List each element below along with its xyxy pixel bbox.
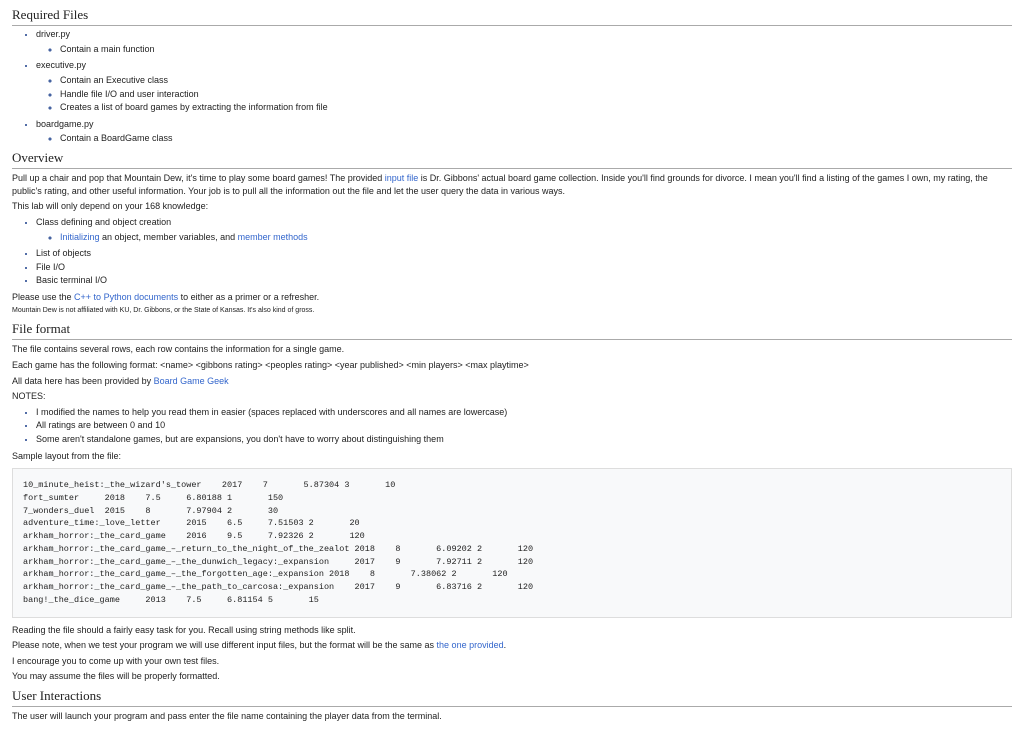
list-item: Contain an Executive class	[60, 74, 1012, 87]
overview-list: Class defining and object creation Initi…	[12, 216, 1012, 287]
list-item: Contain a main function	[60, 43, 1012, 56]
encourage-note: I encourage you to come up with your own…	[12, 655, 1012, 668]
file-name: driver.py	[36, 29, 70, 39]
please-note: Please note, when we test your program w…	[12, 639, 1012, 652]
overview-depend: This lab will only depend on your 168 kn…	[12, 200, 1012, 213]
list-item: executive.py Contain an Executive class …	[36, 59, 1012, 113]
list-item: I modified the names to help you read th…	[36, 406, 1012, 419]
initializing-link[interactable]: Initializing	[60, 232, 100, 242]
list-item: driver.py Contain a main function	[36, 28, 1012, 55]
overview-fineprint: Mountain Dew is not affiliated with KU, …	[12, 306, 1012, 316]
list-item: Creates a list of board games by extract…	[60, 101, 1012, 114]
list-item: boardgame.py Contain a BoardGame class	[36, 118, 1012, 145]
overview-intro: Pull up a chair and pop that Mountain De…	[12, 172, 1012, 197]
provided-link[interactable]: the one provided	[437, 640, 504, 650]
heading-overview: Overview	[12, 149, 1012, 169]
list-item: Some aren't standalone games, but are ex…	[36, 433, 1012, 446]
notes-list: I modified the names to help you read th…	[12, 406, 1012, 446]
file-name: boardgame.py	[36, 119, 94, 129]
assume-note: You may assume the files will be properl…	[12, 670, 1012, 683]
list-item: File I/O	[36, 261, 1012, 274]
list-item: Basic terminal I/O	[36, 274, 1012, 287]
list-item: Class defining and object creation Initi…	[36, 216, 1012, 243]
file-name: executive.py	[36, 60, 86, 70]
sample-code-block: 10_minute_heist:_the_wizard's_tower 2017…	[12, 468, 1012, 618]
fileformat-line3: All data here has been provided by Board…	[12, 375, 1012, 388]
heading-file-format: File format	[12, 320, 1012, 340]
list-item: Handle file I/O and user interaction	[60, 88, 1012, 101]
reading-note: Reading the file should a fairly easy ta…	[12, 624, 1012, 637]
user-interactions-line: The user will launch your program and pa…	[12, 710, 1012, 723]
fileformat-line2: Each game has the following format: <nam…	[12, 359, 1012, 372]
input-file-link[interactable]: input file	[385, 173, 419, 183]
heading-required-files: Required Files	[12, 6, 1012, 26]
heading-user-interactions: User Interactions	[12, 687, 1012, 707]
list-item: Contain a BoardGame class	[60, 132, 1012, 145]
fileformat-line1: The file contains several rows, each row…	[12, 343, 1012, 356]
overview-please: Please use the C++ to Python documents t…	[12, 291, 1012, 304]
bgg-link[interactable]: Board Game Geek	[154, 376, 229, 386]
member-methods-link[interactable]: member methods	[238, 232, 308, 242]
list-item: Initializing an object, member variables…	[60, 231, 1012, 244]
cpp-python-link[interactable]: C++ to Python documents	[74, 292, 178, 302]
sample-label: Sample layout from the file:	[12, 450, 1012, 463]
notes-label: NOTES:	[12, 390, 1012, 403]
required-files-list: driver.py Contain a main function execut…	[12, 28, 1012, 145]
list-item: List of objects	[36, 247, 1012, 260]
list-item: All ratings are between 0 and 10	[36, 419, 1012, 432]
